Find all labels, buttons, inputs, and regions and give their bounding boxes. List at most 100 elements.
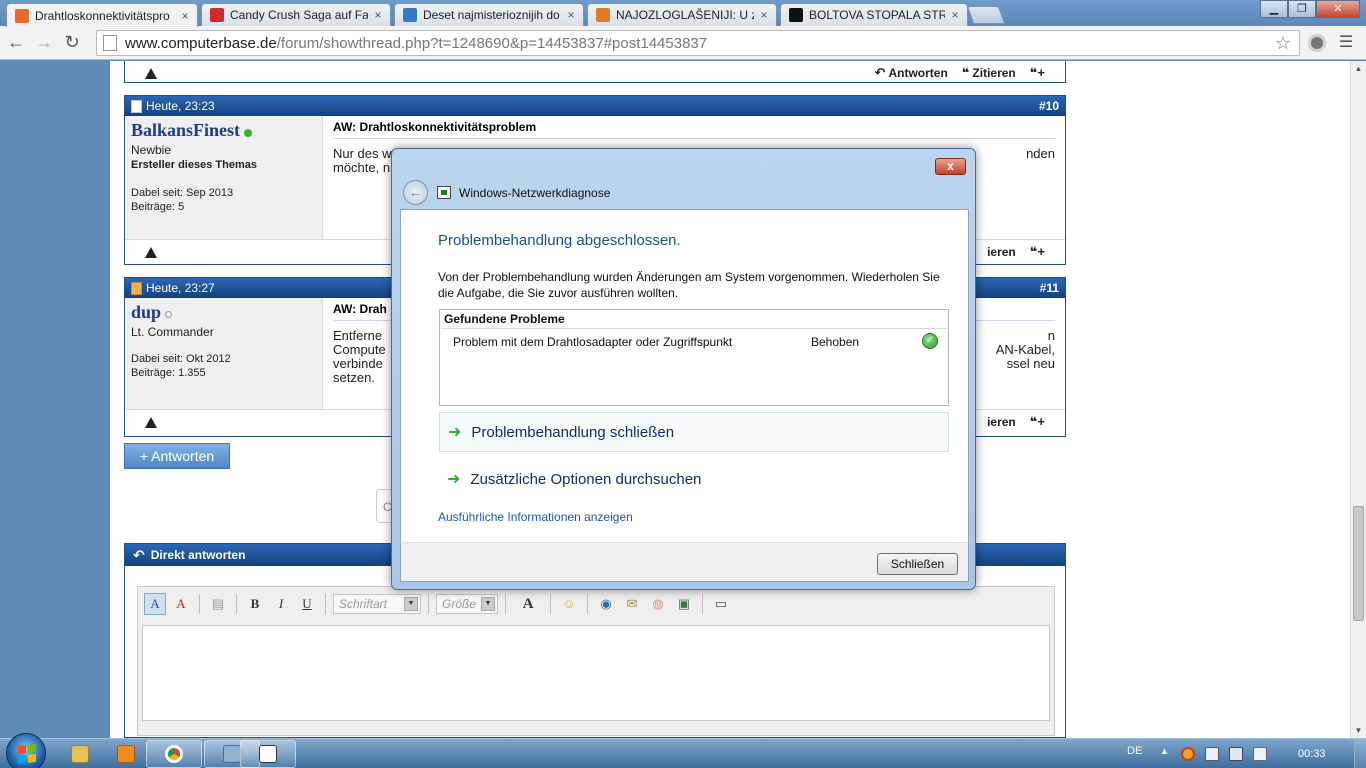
close-troubleshooter-option[interactable]: ➜ Problembehandlung schließen [439,412,949,452]
quote-icon: ❝ [961,65,970,80]
clock[interactable]: 00:33 [1298,748,1326,760]
scroll-down-icon[interactable]: ▼ [1351,723,1366,738]
multi-quote-icon[interactable]: ❝+ [1030,65,1045,81]
message-textarea[interactable] [142,625,1050,721]
close-button[interactable]: Schließen [877,553,958,575]
tray-expand-icon[interactable]: ▲ [1160,746,1169,756]
bookmark-star-icon[interactable]: ☆ [1275,33,1291,54]
taskbar-network-diagnostics[interactable] [240,740,296,768]
report-warning-icon[interactable] [145,416,157,428]
report-warning-icon[interactable] [145,246,157,258]
username[interactable]: BalkansFinest [131,120,240,140]
close-window-button[interactable]: ✕ [1316,0,1360,18]
game-icon [223,745,241,763]
reload-icon[interactable]: ↻ [58,29,86,57]
option-label: Zusätzliche Optionen durchsuchen [470,470,702,488]
quote-link[interactable]: ❝ Zitieren [962,65,1016,81]
volume-icon[interactable] [1253,747,1267,761]
taskbar-explorer[interactable] [58,740,102,768]
username[interactable]: dup [131,302,161,322]
minimize-button[interactable]: ▁ [1260,0,1288,18]
action-center-icon[interactable] [1205,747,1219,761]
report-warning-icon[interactable] [145,67,157,79]
quote-link-fragment[interactable]: ieren [987,415,1016,429]
detailed-info-link[interactable]: Ausführliche Informationen anzeigen [438,510,633,524]
start-button[interactable] [6,733,46,768]
multi-quote-icon[interactable]: ❝+ [1030,414,1045,430]
dialog-footer: Schließen [400,542,969,582]
link-icon[interactable]: ◉ [595,593,617,615]
url-host: www.computerbase.de [125,34,277,52]
previous-post-footer: ↶ Antworten ❝ Zitieren ❝+ [124,61,1066,83]
reply-link[interactable]: ↶ Antworten [875,65,948,81]
new-tab-button[interactable] [966,6,1006,24]
quick-reply-title: Direkt antworten [150,548,246,562]
size-select[interactable]: Größe ▼ [436,594,498,614]
wysiwyg-mode-icon[interactable]: A [144,593,166,615]
taskbar-media-player[interactable] [104,740,148,768]
post-text-fragment: nden [1026,146,1055,161]
computerbase-favicon-icon [15,8,29,23]
remove-format-icon[interactable]: A [170,593,192,615]
email-icon[interactable]: ✉ [621,593,643,615]
tab-drahtlos[interactable]: Drahtloskonnektivitätspro × [6,3,198,27]
back-arrow-icon[interactable]: ← [403,180,428,205]
bold-button[interactable]: B [244,593,266,615]
network-diagnostics-dialog: x ← Windows-Netzwerkdiagnose Problembeha… [391,148,976,590]
italic-button[interactable]: I [270,593,292,615]
blue-loop-favicon-icon [403,8,417,22]
forward-arrow-icon[interactable]: → [30,29,58,57]
chevron-down-icon: ▼ [404,597,418,611]
font-select-label: Schriftart [339,597,388,611]
menu-icon[interactable]: ☰ [1338,34,1354,52]
quote-bubble-icon[interactable]: ▭ [710,593,732,615]
tab-close-icon[interactable]: × [179,9,191,23]
extension-icon[interactable] [1308,34,1326,52]
tab-candy-crush[interactable]: Candy Crush Saga auf Fac × [201,3,391,26]
page-scrollbar[interactable]: ▲ ▼ [1350,61,1366,738]
dialog-close-button[interactable]: x [935,158,966,175]
quote-link-fragment[interactable]: ieren [987,245,1016,259]
font-color-button[interactable]: A [513,593,543,615]
maximize-button[interactable]: ❐ [1288,0,1316,18]
reply-button[interactable]: + Antworten [124,443,230,469]
smiley-icon[interactable]: ☺ [558,593,580,615]
image-icon[interactable]: ▣ [673,593,695,615]
post-count: Beiträge: 5 [131,201,185,213]
taskbar-chrome[interactable] [146,740,202,768]
more-options-option[interactable]: ➜ Zusätzliche Optionen durchsuchen [439,459,949,499]
show-desktop-button[interactable] [1354,739,1366,768]
network-icon[interactable] [1229,747,1243,761]
scroll-up-icon[interactable]: ▲ [1351,61,1366,76]
address-bar[interactable]: www.computerbase.de/forum/showthread.php… [96,30,1300,56]
tab-close-icon[interactable]: × [949,8,961,22]
green-arrow-icon: ➜ [447,471,461,488]
post-number[interactable]: #11 [1040,281,1059,295]
join-date: Dabei seit: Okt 2012 [131,353,231,365]
scrollbar-thumb[interactable] [1353,506,1364,621]
reply-arrow-icon: ↶ [133,546,145,563]
tab-najozloglaseniji[interactable]: NAJOZLOGLAŠENIJI: U zat × [587,3,777,26]
online-status-icon [244,128,253,137]
tab-close-icon[interactable]: × [565,8,577,22]
green-arrow-icon: ➜ [448,424,462,441]
unlink-icon[interactable]: ◍ [647,593,669,615]
tab-close-icon[interactable]: × [372,8,384,22]
multi-quote-icon[interactable]: ❝+ [1030,244,1045,260]
avast-icon[interactable] [1181,747,1195,761]
user-info-pane: dup Lt. Commander Dabei seit: Okt 2012 B… [125,298,323,409]
language-indicator[interactable]: DE [1127,745,1142,757]
size-select-label: Größe [442,597,477,611]
page-icon [103,35,117,51]
tab-deset[interactable]: Deset najmisterioznijih do × [394,3,584,26]
folder-icon [71,745,89,763]
tab-boltova[interactable]: BOLTOVA STOPALA STRA × [780,3,968,26]
back-arrow-icon[interactable]: ← [2,29,30,57]
paste-icon[interactable]: ▤ [207,593,229,615]
post-number[interactable]: #10 [1039,99,1059,113]
font-select[interactable]: Schriftart ▼ [333,594,421,614]
underline-button[interactable]: U [296,593,318,615]
offline-status-icon [165,311,173,319]
tab-close-icon[interactable]: × [758,8,770,22]
chevron-down-icon: ▼ [481,597,495,611]
